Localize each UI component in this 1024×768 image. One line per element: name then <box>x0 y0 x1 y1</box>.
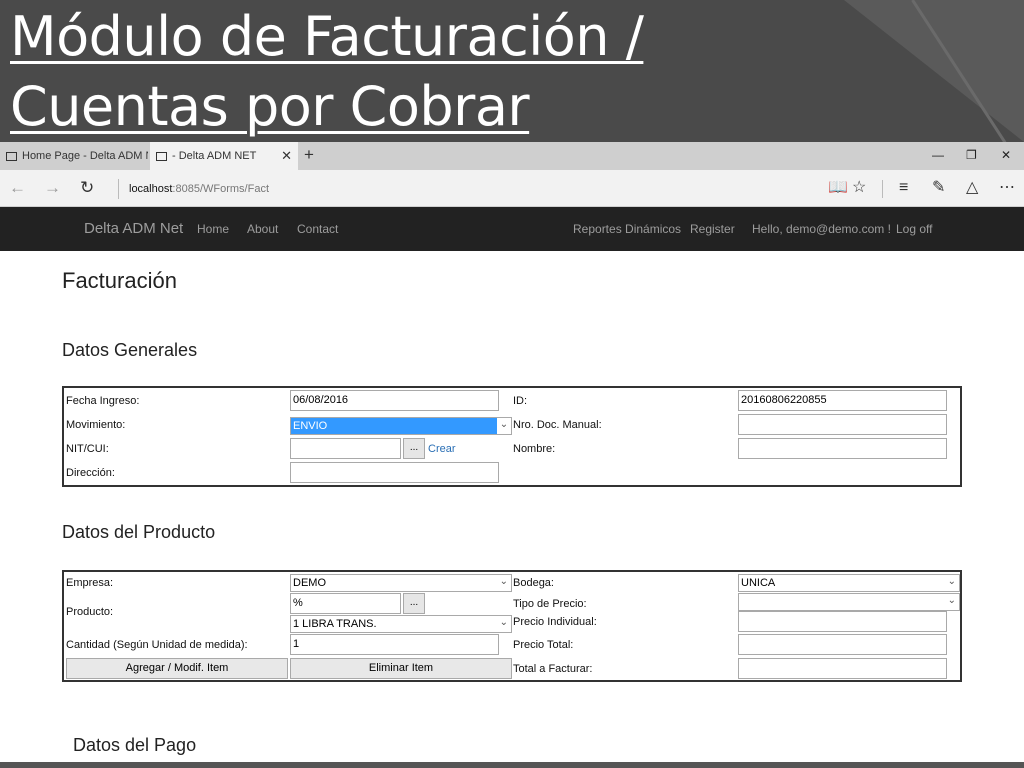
empresa-select[interactable]: DEMO ⌄ <box>290 574 512 592</box>
eliminar-item-button[interactable]: Eliminar Item <box>290 658 512 679</box>
nav-about[interactable]: About <box>247 222 278 236</box>
hub-icon[interactable]: ≡ <box>899 178 908 198</box>
chevron-down-icon: ⌄ <box>947 595 956 606</box>
url-path: :8085/WForms/Fact <box>172 183 269 195</box>
empresa-label: Empresa: <box>66 577 114 589</box>
tipo-precio-label: Tipo de Precio: <box>513 598 587 610</box>
new-tab-button[interactable]: + <box>304 146 314 164</box>
producto-search-button[interactable]: ... <box>403 593 425 614</box>
page-title: Facturación <box>62 268 177 293</box>
nro-doc-label: Nro. Doc. Manual: <box>513 419 602 431</box>
form-datos-generales: Fecha Ingreso: 06/08/2016 ID: 2016080622… <box>62 386 962 487</box>
producto-label: Producto: <box>66 606 114 618</box>
nav-contact[interactable]: Contact <box>297 222 338 236</box>
id-input[interactable]: 20160806220855 <box>738 390 947 411</box>
nit-label: NIT/CUI: <box>66 443 109 455</box>
section-heading-product: Datos del Producto <box>62 522 216 542</box>
nombre-input[interactable] <box>738 438 947 459</box>
forward-button[interactable]: → <box>44 178 61 198</box>
cantidad-input[interactable]: 1 <box>290 634 499 655</box>
close-window-button[interactable]: ✕ <box>1001 148 1011 162</box>
url-host: localhost <box>129 183 173 195</box>
nav-register[interactable]: Register <box>690 222 735 236</box>
nit-search-button[interactable]: ... <box>403 438 425 459</box>
tab-page-icon <box>156 151 167 161</box>
section-heading-general: Datos Generales <box>62 340 198 360</box>
chevron-down-icon: ⌄ <box>947 576 956 587</box>
browser-tab-home-page[interactable]: Home Page - Delta ADM NE <box>0 142 148 170</box>
bodega-select[interactable]: UNICA ⌄ <box>738 574 960 592</box>
bodega-label: Bodega: <box>513 577 554 589</box>
tab-label: Home Page - Delta ADM NE <box>22 150 148 162</box>
tab-close-icon[interactable]: ✕ <box>281 148 292 164</box>
producto-search-input[interactable]: % <box>290 593 401 614</box>
movimiento-select[interactable]: ENVIO ⌄ <box>290 417 512 435</box>
app-navbar: Delta ADM Net Home About Contact Reporte… <box>0 207 1024 251</box>
browser-tab-bar: Home Page - Delta ADM NE - Delta ADM NET… <box>0 142 1024 170</box>
toolbar-separator <box>882 180 883 198</box>
total-facturar-input[interactable] <box>738 658 947 679</box>
tab-page-icon <box>6 151 17 161</box>
slide-header: Módulo de Facturación / Cuentas por Cobr… <box>0 0 1024 142</box>
refresh-button[interactable]: ↻ <box>80 178 94 198</box>
chevron-down-icon: ⌄ <box>497 418 511 434</box>
minimize-button[interactable]: — <box>932 148 944 162</box>
chevron-down-icon: ⌄ <box>499 576 508 587</box>
nro-doc-input[interactable] <box>738 414 947 435</box>
form-datos-producto: Empresa: DEMO ⌄ Bodega: UNICA ⌄ Producto… <box>62 570 962 682</box>
direccion-label: Dirección: <box>66 467 115 479</box>
slide-bottom-rule <box>0 762 1024 768</box>
nav-user-greeting[interactable]: Hello, demo@demo.com ! <box>752 222 891 236</box>
cantidad-label: Cantidad (Según Unidad de medida): <box>66 639 248 651</box>
producto-select[interactable]: 1 LIBRA TRANS. ⌄ <box>290 615 512 633</box>
crear-link[interactable]: Crear <box>428 443 456 455</box>
total-facturar-label: Total a Facturar: <box>513 663 593 675</box>
nav-reportes[interactable]: Reportes Dinámicos <box>573 222 681 236</box>
slide-title: Módulo de Facturación / Cuentas por Cobr… <box>10 5 644 138</box>
movimiento-value: ENVIO <box>293 420 328 432</box>
restore-button[interactable]: ❐ <box>966 148 977 162</box>
movimiento-label: Movimiento: <box>66 419 126 431</box>
agregar-item-button[interactable]: Agregar / Modif. Item <box>66 658 288 679</box>
chevron-down-icon: ⌄ <box>499 617 508 628</box>
precio-individual-label: Precio Individual: <box>513 616 597 628</box>
browser-address-row: ← → ↻ localhost:8085/WForms/Fact 📖 ☆ ≡ ✎… <box>0 170 1024 207</box>
tipo-precio-select[interactable]: ⌄ <box>738 593 960 611</box>
brand-link[interactable]: Delta ADM Net <box>84 220 183 237</box>
tab-label: - Delta ADM NET <box>172 150 257 162</box>
fecha-input[interactable]: 06/08/2016 <box>290 390 499 411</box>
direccion-input[interactable] <box>290 462 499 483</box>
empresa-value: DEMO <box>293 577 326 589</box>
nav-home[interactable]: Home <box>197 222 229 236</box>
browser-tab-active[interactable]: - Delta ADM NET ✕ <box>150 142 298 170</box>
more-icon[interactable]: ⋯ <box>999 178 1015 198</box>
nombre-label: Nombre: <box>513 443 556 455</box>
precio-individual-input[interactable] <box>738 611 947 632</box>
share-icon[interactable]: △ <box>966 178 978 198</box>
bodega-value: UNICA <box>741 577 776 589</box>
producto-select-value: 1 LIBRA TRANS. <box>293 618 377 630</box>
section-heading-payment: Datos del Pago <box>73 735 197 755</box>
reading-view-icon[interactable]: 📖 <box>828 178 848 198</box>
web-note-icon[interactable]: ✎ <box>932 178 945 198</box>
nav-logoff[interactable]: Log off <box>896 222 932 236</box>
precio-total-label: Precio Total: <box>513 639 574 651</box>
fecha-label: Fecha Ingreso: <box>66 395 140 407</box>
nit-input[interactable] <box>290 438 401 459</box>
favorite-star-icon[interactable]: ☆ <box>852 178 866 198</box>
address-bar[interactable]: localhost:8085/WForms/Fact <box>118 179 269 199</box>
id-label: ID: <box>513 395 528 407</box>
precio-total-input[interactable] <box>738 634 947 655</box>
slide-decoration <box>844 0 1024 142</box>
back-button[interactable]: ← <box>9 178 26 198</box>
